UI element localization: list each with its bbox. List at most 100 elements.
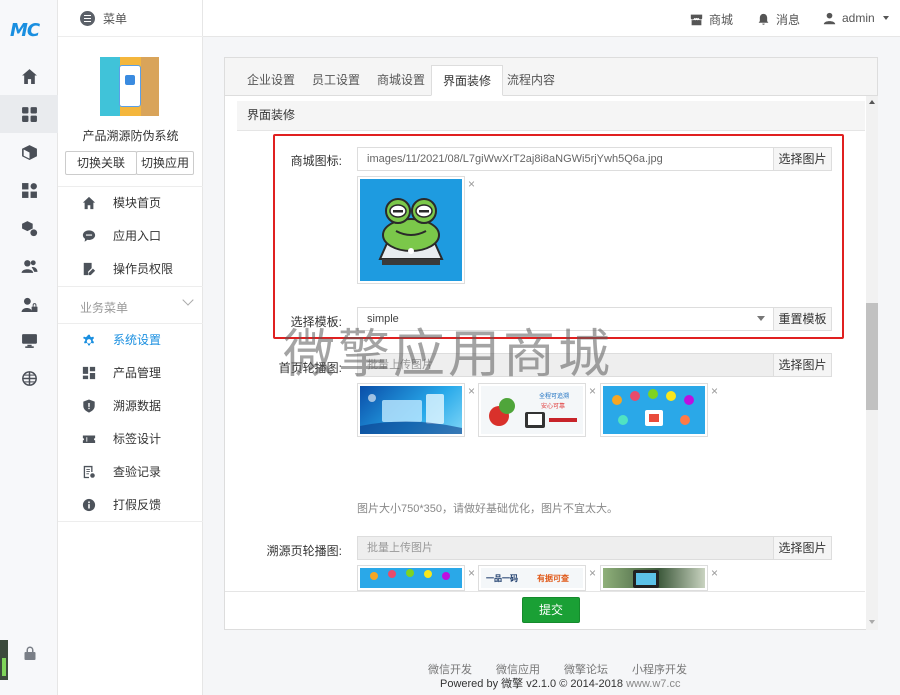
remove-trace-carousel-1-button[interactable]: × — [468, 567, 475, 579]
sidebar-item-label: 操作员权限 — [113, 262, 174, 276]
home-carousel-label: 首页轮播图: — [278, 361, 342, 375]
shop-link[interactable]: 商城 — [690, 11, 733, 28]
remove-home-carousel-3-button[interactable]: × — [711, 385, 718, 397]
sidebar-item-module-home[interactable]: 模块首页 — [58, 186, 203, 219]
select-trace-carousel-button[interactable]: 选择图片 — [773, 536, 832, 560]
sidebar-item-label: 查验记录 — [113, 465, 162, 479]
brand-logo[interactable]: MC — [10, 20, 40, 41]
lock-icon[interactable] — [22, 645, 38, 661]
rail-modules-icon[interactable] — [0, 171, 58, 209]
info-icon — [82, 498, 96, 512]
remove-trace-carousel-2-button[interactable]: × — [589, 567, 596, 579]
remove-home-carousel-2-button[interactable]: × — [589, 385, 596, 397]
scroll-up-arrow-icon[interactable] — [869, 100, 875, 104]
one-code-banner-line1: 一品一码 — [486, 574, 518, 583]
chevron-down-icon[interactable] — [182, 294, 194, 306]
sidebar-item-trace-data[interactable]: 溯源数据 — [58, 389, 203, 422]
business-menu-heading[interactable]: 业务菜单 — [80, 299, 128, 316]
messages-link[interactable]: 消息 — [757, 11, 800, 28]
remove-trace-carousel-3-button[interactable]: × — [711, 567, 718, 579]
shop-icon-path-input[interactable]: images/11/2021/08/L7giWwXrT2aj8i8aNGWi5r… — [357, 147, 774, 171]
remove-shop-icon-button[interactable]: × — [468, 178, 475, 190]
menu-toggle[interactable]: 菜单 — [80, 10, 127, 27]
switch-relation-button[interactable]: 切换关联 — [65, 151, 137, 175]
user-name: admin — [842, 11, 875, 25]
process-diagram-image — [603, 386, 705, 434]
tech-banner-image — [360, 386, 462, 434]
user-icon — [823, 12, 836, 24]
footer-powered-text: Powered by 微擎 v2.1.0 © 2014-2018 — [440, 678, 623, 690]
footer-site-link[interactable]: www.w7.cc — [626, 678, 680, 690]
gear-icon — [82, 333, 96, 347]
scroll-down-arrow-icon[interactable] — [869, 620, 875, 624]
home-carousel-thumb: 全程可追溯 安心可靠 — [478, 383, 586, 437]
rail-package-settings-icon[interactable] — [0, 209, 58, 247]
tab-staff-settings[interactable]: 员工设置 — [301, 65, 371, 96]
rail-home-icon[interactable] — [0, 57, 58, 95]
chat-icon — [82, 229, 96, 243]
sidebar-item-label: 标签设计 — [113, 432, 162, 446]
rail-edge-indicator — [2, 658, 6, 676]
trace-carousel-thumb: 一品一码 有据可查 — [478, 565, 586, 591]
trace-carousel-thumb — [600, 565, 708, 591]
sidebar-item-label: 产品管理 — [113, 366, 162, 380]
sidebar-item-product-management[interactable]: 产品管理 — [58, 356, 203, 389]
home-icon — [82, 196, 96, 210]
rail-monitor-icon[interactable] — [0, 321, 58, 359]
home-carousel-upload-input[interactable]: 批量上传图片 — [357, 353, 774, 377]
tab-company-settings[interactable]: 企业设置 — [236, 65, 306, 96]
sidebar-item-app-entry[interactable]: 应用入口 — [58, 219, 203, 252]
trace-carousel-thumb — [357, 565, 465, 591]
shop-icon-label: 商城图标: — [290, 154, 342, 168]
template-select[interactable]: simple — [357, 307, 774, 331]
trace-carousel-upload-input[interactable]: 批量上传图片 — [357, 536, 774, 560]
shop-icon-preview — [357, 176, 465, 284]
sidebar-item-label: 溯源数据 — [113, 399, 162, 413]
top-bar: 商城 消息 admin — [203, 0, 900, 37]
menu-label: 菜单 — [103, 12, 128, 26]
app-thumbnail — [100, 57, 159, 116]
image-size-hint: 图片大小750*350，请做好基础优化，图片不宜太大。 — [357, 503, 618, 515]
rail-users-icon[interactable] — [0, 247, 58, 285]
sidebar-item-operator-permissions[interactable]: 操作员权限 — [58, 252, 203, 285]
remove-home-carousel-1-button[interactable]: × — [468, 385, 475, 397]
select-home-carousel-button[interactable]: 选择图片 — [773, 353, 832, 377]
sidebar-item-system-settings[interactable]: 系统设置 — [58, 323, 203, 356]
sidebar-item-label: 模块首页 — [113, 196, 162, 210]
rail-apps-icon[interactable] — [0, 95, 58, 133]
caret-down-icon — [882, 16, 889, 20]
tab-shop-settings[interactable]: 商城设置 — [366, 65, 436, 96]
rail-globe-icon[interactable] — [0, 359, 58, 397]
one-code-banner-image: 一品一码 有据可查 — [481, 568, 583, 588]
reset-template-button[interactable]: 重置模板 — [773, 307, 832, 331]
template-label: 选择模板: — [290, 315, 342, 329]
phone-scan-image — [603, 568, 705, 588]
tab-process-content[interactable]: 流程内容 — [496, 65, 566, 96]
list-icon — [82, 465, 96, 479]
footer-copyright: Powered by 微擎 v2.1.0 © 2014-2018 www.w7.… — [440, 675, 680, 691]
user-menu[interactable]: admin — [823, 11, 889, 25]
edit-doc-icon — [82, 262, 96, 276]
sidebar-divider — [58, 521, 203, 522]
messages-label: 消息 — [776, 13, 801, 27]
shop-icon — [690, 14, 703, 26]
rail-box-icon[interactable] — [0, 133, 58, 171]
icon-rail: MC — [0, 0, 58, 695]
sidebar-item-anti-counterfeit-feedback[interactable]: 打假反馈 — [58, 488, 203, 521]
switch-app-button[interactable]: 切换应用 — [136, 151, 194, 175]
sidebar-item-inspection-records[interactable]: 查验记录 — [58, 455, 203, 488]
shield-icon — [82, 398, 96, 413]
home-carousel-thumb — [600, 383, 708, 437]
one-code-banner-line2: 有据可查 — [537, 574, 569, 583]
grid-icon — [82, 366, 96, 380]
rail-user-lock-icon[interactable] — [0, 285, 58, 323]
frog-logo-image — [360, 179, 462, 281]
sidebar-item-label-design[interactable]: 标签设计 — [58, 422, 203, 455]
scrollbar-thumb[interactable] — [866, 303, 878, 410]
submit-button[interactable]: 提交 — [522, 597, 580, 623]
sidebar-item-label: 系统设置 — [113, 333, 162, 347]
bell-icon — [758, 13, 769, 25]
select-shop-icon-button[interactable]: 选择图片 — [773, 147, 832, 171]
traceability-banner-line1: 全程可追溯 — [539, 394, 570, 400]
tab-interface-decoration[interactable]: 界面装修 — [431, 65, 504, 96]
